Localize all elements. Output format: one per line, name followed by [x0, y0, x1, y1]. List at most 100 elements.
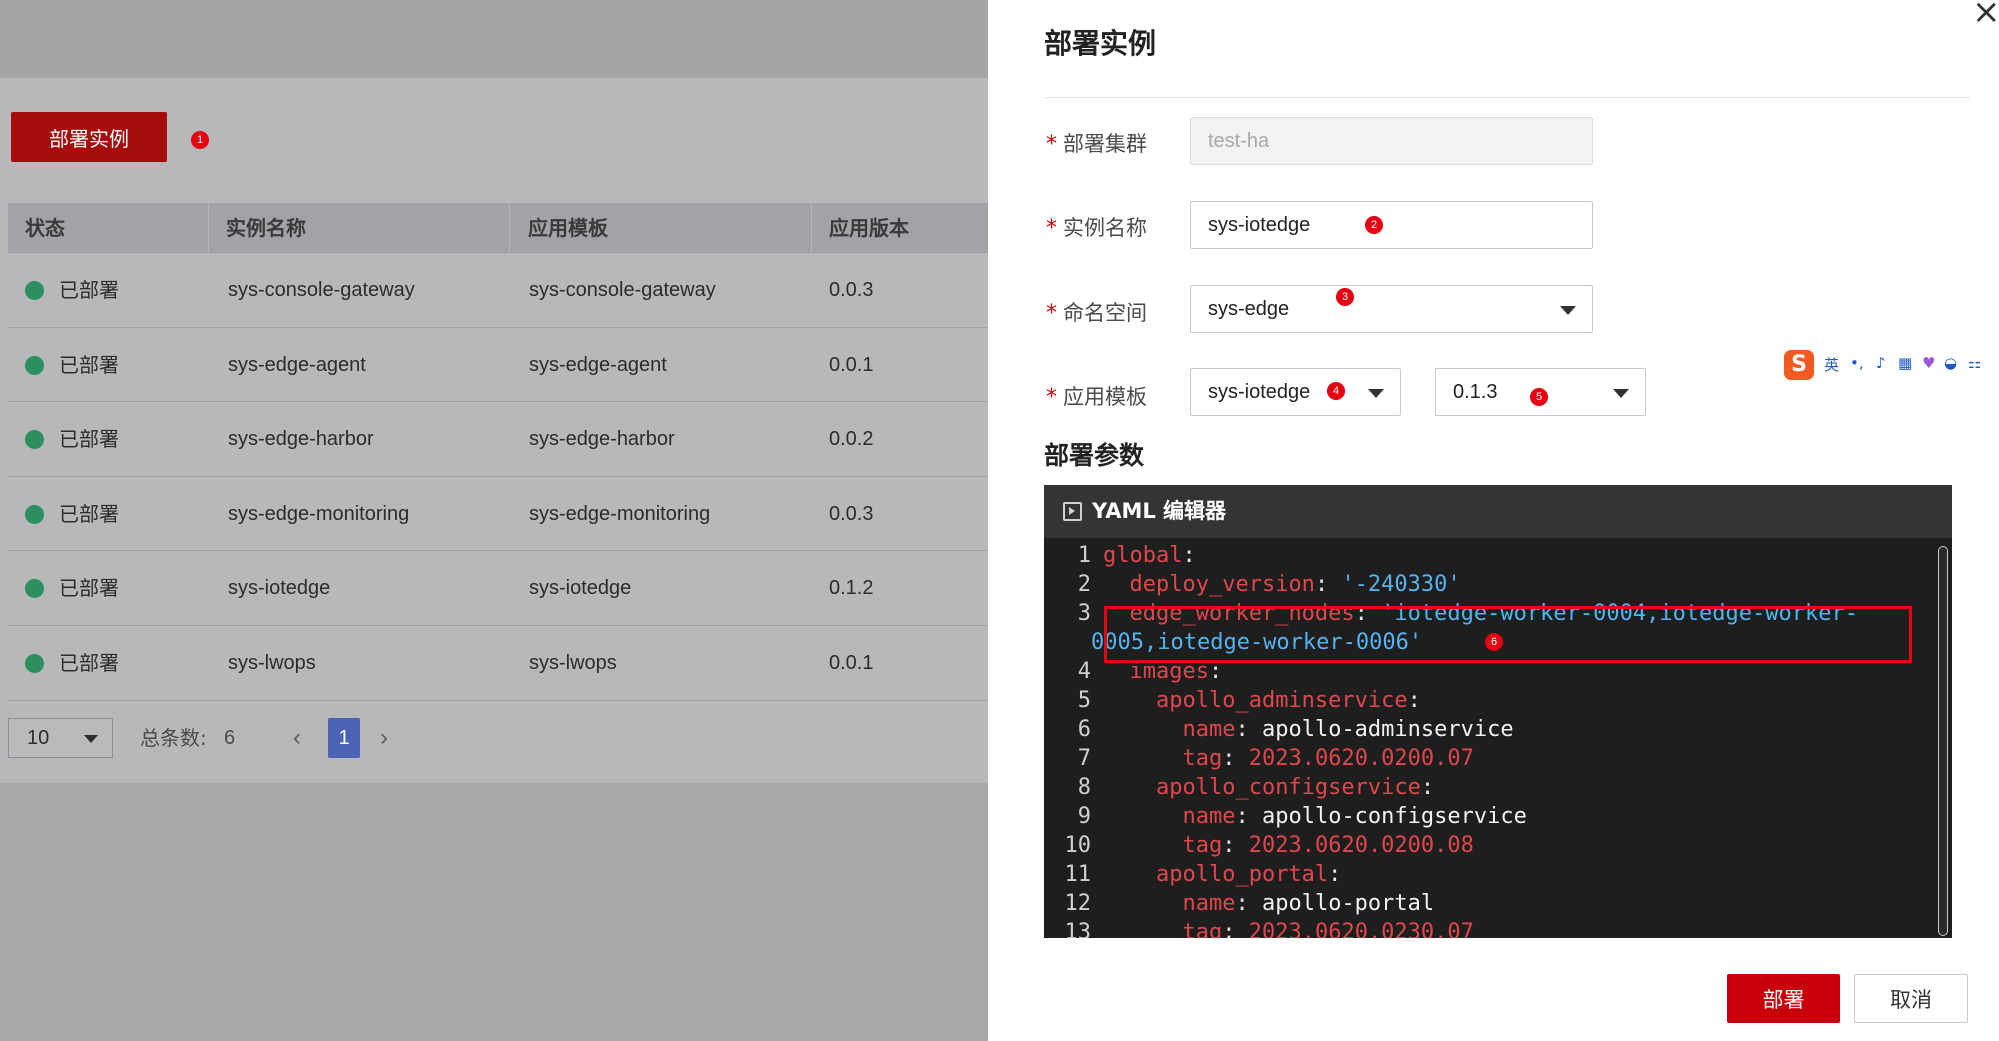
annotation-highlight-box [1104, 606, 1912, 663]
status-dot-icon [25, 504, 44, 524]
template-cell: sys-edge-harbor [529, 428, 675, 451]
ime-lang-toggle[interactable]: 英 [1824, 354, 1839, 375]
deploy-instance-button[interactable]: 部署实例 [11, 112, 167, 162]
instance-name-cell[interactable]: sys-edge-monitoring [228, 477, 409, 551]
chevron-right-icon[interactable]: › [380, 718, 388, 758]
sogou-logo-icon: S [1784, 350, 1814, 380]
table-row[interactable]: 已部署 sys-iotedge sys-iotedge 0.1.2 [8, 551, 988, 626]
line-number: 3 [1077, 601, 1091, 626]
total-count-label: 总条数: [140, 726, 207, 750]
instance-name-cell[interactable]: sys-lwops [228, 626, 316, 700]
yaml-separator: : [1328, 862, 1342, 887]
punctuation-icon[interactable]: •, [1850, 354, 1864, 372]
yaml-value: apollo-adminservice [1261, 717, 1514, 742]
instance-name-cell[interactable]: sys-iotedge [228, 551, 330, 625]
scrollbar-thumb[interactable] [1938, 546, 1948, 936]
code-text: tag: 2023.0620.0230.07 [1103, 918, 1474, 938]
close-icon[interactable]: × [1972, 0, 1999, 32]
status-dot-icon [25, 430, 44, 450]
version-cell: 0.0.1 [829, 353, 874, 376]
editor-scrollbar[interactable] [1934, 538, 1952, 938]
template-label: * 应用模板 [1046, 381, 1147, 411]
code-text: name: apollo-portal [1103, 889, 1434, 918]
table-row[interactable]: 已部署 sys-edge-agent sys-edge-agent 0.0.1 [8, 328, 988, 403]
template-cell: sys-console-gateway [529, 279, 716, 301]
line-number: 11 [1064, 862, 1092, 887]
template-cell: sys-lwops [529, 651, 617, 674]
status-dot-icon [25, 355, 44, 375]
required-mark: * [1046, 132, 1057, 157]
yaml-value: apollo-configservice [1261, 804, 1527, 829]
yaml-key: apollo_adminservice [1155, 688, 1408, 713]
keyboard-icon[interactable]: ▦ [1898, 354, 1912, 372]
table-row[interactable]: 已部署 sys-edge-monitoring sys-edge-monitorin… [8, 477, 988, 552]
toolbox-icon[interactable]: ⚏ [1968, 354, 1981, 372]
column-divider [811, 203, 812, 253]
editor-header: YAML 编辑器 [1044, 485, 1952, 538]
line-number: 4 [1077, 659, 1091, 684]
yaml-key: name [1182, 891, 1236, 916]
cluster-input: test-ha [1190, 117, 1593, 165]
instance-name-cell[interactable]: sys-edge-harbor [228, 402, 374, 476]
yaml-key: name [1182, 717, 1236, 742]
yaml-key: deploy_version [1129, 572, 1315, 597]
drawer-title: 部署实例 [1044, 27, 1157, 60]
version-cell: 0.0.1 [829, 651, 874, 674]
status-text: 已部署 [59, 427, 119, 452]
status-dot-icon [25, 579, 44, 599]
version-cell: 0.0.2 [829, 428, 874, 451]
annotation-marker-4: 4 [1327, 382, 1345, 400]
table-row[interactable]: 已部署 sys-lwops sys-lwops 0.0.1 [8, 626, 988, 701]
microphone-icon[interactable]: ♪ [1876, 354, 1886, 372]
cluster-label-text: 部署集群 [1063, 132, 1147, 156]
status-text: 已部署 [59, 650, 119, 675]
code-text: apollo_portal: [1103, 860, 1341, 889]
instance-name-cell[interactable]: sys-console-gateway [228, 253, 415, 327]
instance-name-value: sys-iotedge [1208, 214, 1311, 236]
cluster-label: * 部署集群 [1046, 128, 1147, 158]
page-number-button[interactable]: 1 [328, 718, 360, 758]
line-number: 6 [1077, 717, 1091, 742]
template-select[interactable]: sys-iotedge [1190, 368, 1401, 416]
table-row[interactable]: 已部署 sys-edge-harbor sys-edge-harbor 0.0.2 [8, 402, 988, 477]
skin-icon[interactable]: ♥ [1922, 354, 1935, 372]
deploy-submit-button[interactable]: 部署 [1727, 974, 1840, 1023]
yaml-separator: : [1222, 833, 1249, 858]
version-cell: 0.0.3 [829, 502, 874, 525]
line-number: 8 [1077, 775, 1091, 800]
code-text: apollo_adminservice: [1103, 686, 1421, 715]
table-row[interactable]: 已部署 sys-console-gateway sys-console-gatewa… [8, 253, 988, 328]
page-size-select[interactable]: 10 [8, 718, 113, 758]
namespace-select[interactable]: sys-edge [1190, 285, 1593, 333]
chevron-left-icon[interactable]: ‹ [293, 718, 301, 758]
code-text: global: [1103, 541, 1196, 570]
yaml-separator: : [1182, 543, 1196, 568]
yaml-value: apollo-portal [1261, 891, 1435, 916]
line-number: 1 [1077, 543, 1091, 568]
line-number: 2 [1077, 572, 1091, 597]
column-divider [208, 203, 209, 253]
instance-name-cell[interactable]: sys-edge-agent [228, 328, 366, 402]
cloud-icon[interactable]: ◒ [1944, 354, 1957, 372]
template-value: sys-iotedge [1208, 381, 1311, 403]
instance-name-input[interactable]: sys-iotedge [1190, 201, 1593, 249]
required-mark: * [1046, 385, 1057, 410]
code-area[interactable]: 1 global: 2 deploy_version: '-240330' 3 edg… [1044, 538, 1934, 938]
status-text: 已部署 [59, 278, 119, 302]
yaml-value: 2023.0620.0200.07 [1248, 746, 1474, 771]
template-label-text: 应用模板 [1063, 385, 1147, 409]
code-text: deploy_version: '-240330' [1103, 570, 1461, 599]
yaml-separator: : [1235, 804, 1262, 829]
namespace-label: * 命名空间 [1046, 297, 1147, 327]
column-header-status: 状态 [25, 216, 65, 240]
cancel-button[interactable]: 取消 [1854, 974, 1968, 1023]
yaml-value: 2023.0620.0230.07 [1248, 920, 1474, 938]
line-number: 13 [1064, 920, 1092, 938]
chevron-down-icon [1560, 306, 1576, 315]
instance-name-label: * 实例名称 [1046, 212, 1147, 242]
code-text: name: apollo-adminservice [1103, 715, 1514, 744]
